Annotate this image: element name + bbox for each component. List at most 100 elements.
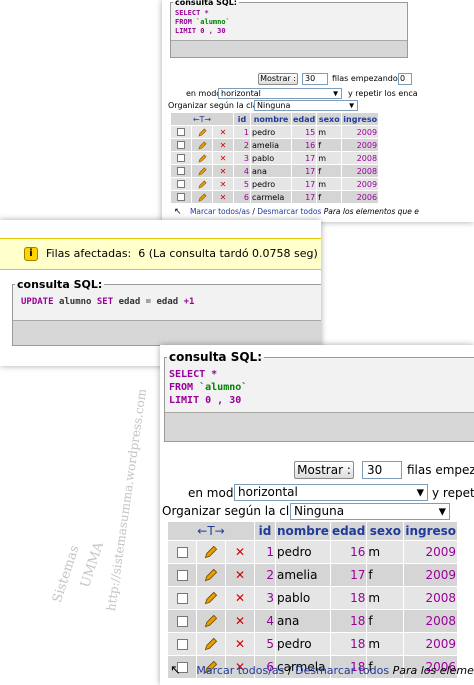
mark-all-link[interactable]: Marcar todos/as (190, 207, 250, 216)
unmark-all-link[interactable]: Desmarcar todos (257, 207, 321, 216)
mark-all-link[interactable]: Marcar todos/as (196, 664, 284, 677)
show-button[interactable]: Mostrar : (258, 73, 298, 85)
edit-pencil-icon[interactable] (204, 614, 218, 628)
chevron-down-icon: ▼ (333, 89, 338, 97)
column-header[interactable]: sexo (317, 113, 342, 125)
column-header[interactable]: edad (292, 113, 317, 125)
row-checkbox[interactable] (176, 616, 188, 627)
delete-icon[interactable]: ✕ (235, 637, 245, 651)
sql-toolbar (165, 412, 474, 441)
edit-pencil-icon[interactable] (197, 193, 207, 202)
table-row: ✕ 2 amelia 17 f 2009 (168, 564, 458, 586)
rows-input[interactable]: 30 (362, 461, 402, 479)
table-footer: ↖ Marcar todos/as / Desmarcar todos Para… (170, 663, 474, 678)
delete-icon[interactable]: ✕ (220, 180, 227, 189)
delete-icon[interactable]: ✕ (220, 154, 227, 163)
row-checkbox[interactable] (176, 639, 188, 650)
table-row: ✕ 2 amelia 16 f 2009 (171, 139, 379, 151)
repeat-label: y repetir los enca (348, 89, 418, 98)
chevron-down-icon: ▼ (349, 101, 354, 109)
row-checkbox[interactable] (176, 593, 188, 604)
unmark-all-link[interactable]: Desmarcar todos (295, 664, 389, 677)
column-arrows-header[interactable]: ←T→ (171, 113, 233, 125)
sql-code: SELECT * FROM `alumno` LIMIT 0 , 30 (169, 369, 248, 406)
column-header[interactable]: nombre (251, 113, 291, 125)
edit-pencil-icon[interactable] (197, 180, 207, 189)
edit-pencil-icon[interactable] (204, 545, 218, 559)
select-arrow-icon: ↖ (174, 207, 182, 217)
row-checkbox[interactable] (177, 141, 185, 149)
delete-icon[interactable]: ✕ (220, 167, 227, 176)
table-row: ✕ 5 pedro 18 m 2009 (168, 633, 458, 655)
info-icon: i (24, 247, 38, 261)
rows-input[interactable]: 30 (302, 73, 328, 85)
mode-select[interactable]: horizontal ▼ (234, 484, 428, 501)
panel-before-update: consulta SQL: SELECT * FROM `alumno` LIM… (162, 0, 474, 222)
sql-code: SELECT * FROM `alumno` LIMIT 0 , 30 (175, 9, 230, 35)
column-header[interactable]: ingreso (404, 522, 458, 540)
row-checkbox[interactable] (177, 154, 185, 162)
update-sql-code: UPDATE alumno SET edad = edad +1 (21, 297, 195, 307)
column-header[interactable]: id (255, 522, 275, 540)
repeat-label: y repetir (432, 486, 474, 500)
table-row: ✕ 5 pedro 17 m 2009 (171, 178, 379, 190)
edit-pencil-icon[interactable] (204, 591, 218, 605)
sort-select[interactable]: Ninguna ▼ (254, 100, 358, 111)
delete-icon[interactable]: ✕ (235, 545, 245, 559)
edit-pencil-icon[interactable] (197, 141, 207, 150)
panel-after-update: consulta SQL: SELECT * FROM `alumno` LIM… (160, 345, 474, 685)
table-row: ✕ 3 pablo 18 m 2008 (168, 587, 458, 609)
sql-box: consulta SQL: SELECT * FROM `alumno` LIM… (170, 0, 408, 58)
mode-select[interactable]: horizontal ▼ (218, 88, 342, 99)
row-checkbox[interactable] (177, 167, 185, 175)
start-input[interactable]: 0 (398, 73, 412, 85)
rows-label: filas empeza (407, 463, 474, 477)
row-checkbox[interactable] (177, 180, 185, 188)
sql-box-large: consulta SQL: SELECT * FROM `alumno` LIM… (164, 350, 474, 442)
column-header[interactable]: sexo (367, 522, 404, 540)
sql-legend: consulta SQL: (169, 350, 262, 364)
update-sql-box: consulta SQL: UPDATE alumno SET edad = e… (12, 278, 321, 346)
edit-pencil-icon[interactable] (197, 167, 207, 176)
sql-toolbar (171, 40, 407, 57)
watermark-line1: Sistemas (50, 543, 83, 605)
row-checkbox[interactable] (177, 128, 185, 136)
row-checkbox[interactable] (176, 547, 188, 558)
column-header[interactable]: edad (330, 522, 367, 540)
delete-icon[interactable]: ✕ (220, 141, 227, 150)
edit-pencil-icon[interactable] (197, 128, 207, 137)
affected-rows-alert: i Filas afectadas: 6 (La consulta tardó … (0, 238, 321, 270)
delete-icon[interactable]: ✕ (220, 193, 227, 202)
watermark-url: http://sistemasumma.wordpress.com (104, 387, 150, 612)
select-arrow-icon: ↖ (170, 663, 181, 678)
table-row: ✕ 6 carmela 17 f 2006 (171, 191, 379, 203)
column-header[interactable]: nombre (276, 522, 330, 540)
mode-label: en modo (188, 486, 241, 500)
delete-icon[interactable]: ✕ (235, 568, 245, 582)
column-arrows-header[interactable]: ←T→ (168, 522, 254, 540)
chevron-down-icon: ▼ (416, 487, 424, 498)
edit-pencil-icon[interactable] (197, 154, 207, 163)
column-header[interactable]: id (234, 113, 250, 125)
table-row: ✕ 3 pablo 17 m 2008 (171, 152, 379, 164)
mode-label: en modo (186, 89, 222, 98)
delete-icon[interactable]: ✕ (235, 591, 245, 605)
delete-icon[interactable]: ✕ (235, 614, 245, 628)
chevron-down-icon: ▼ (438, 506, 446, 517)
results-table-before: ←T→ id nombre edad sexo ingreso ✕ 1 pedr… (170, 112, 379, 204)
show-button[interactable]: Mostrar : (294, 461, 354, 479)
table-row: ✕ 4 ana 17 f 2008 (171, 165, 379, 177)
column-header[interactable]: ingreso (342, 113, 379, 125)
sql-legend: consulta SQL: (17, 278, 103, 291)
alert-message: Filas afectadas: 6 (La consulta tardó 0.… (46, 247, 318, 260)
sql-legend: consulta SQL: (175, 0, 237, 7)
table-row: ✕ 1 pedro 16 m 2009 (168, 541, 458, 563)
delete-icon[interactable]: ✕ (220, 128, 227, 137)
edit-pencil-icon[interactable] (204, 637, 218, 651)
row-checkbox[interactable] (177, 193, 185, 201)
sort-select[interactable]: Ninguna ▼ (290, 503, 450, 520)
edit-pencil-icon[interactable] (204, 568, 218, 582)
table-row: ✕ 4 ana 18 f 2008 (168, 610, 458, 632)
sql-toolbar (13, 320, 321, 345)
row-checkbox[interactable] (176, 570, 188, 581)
